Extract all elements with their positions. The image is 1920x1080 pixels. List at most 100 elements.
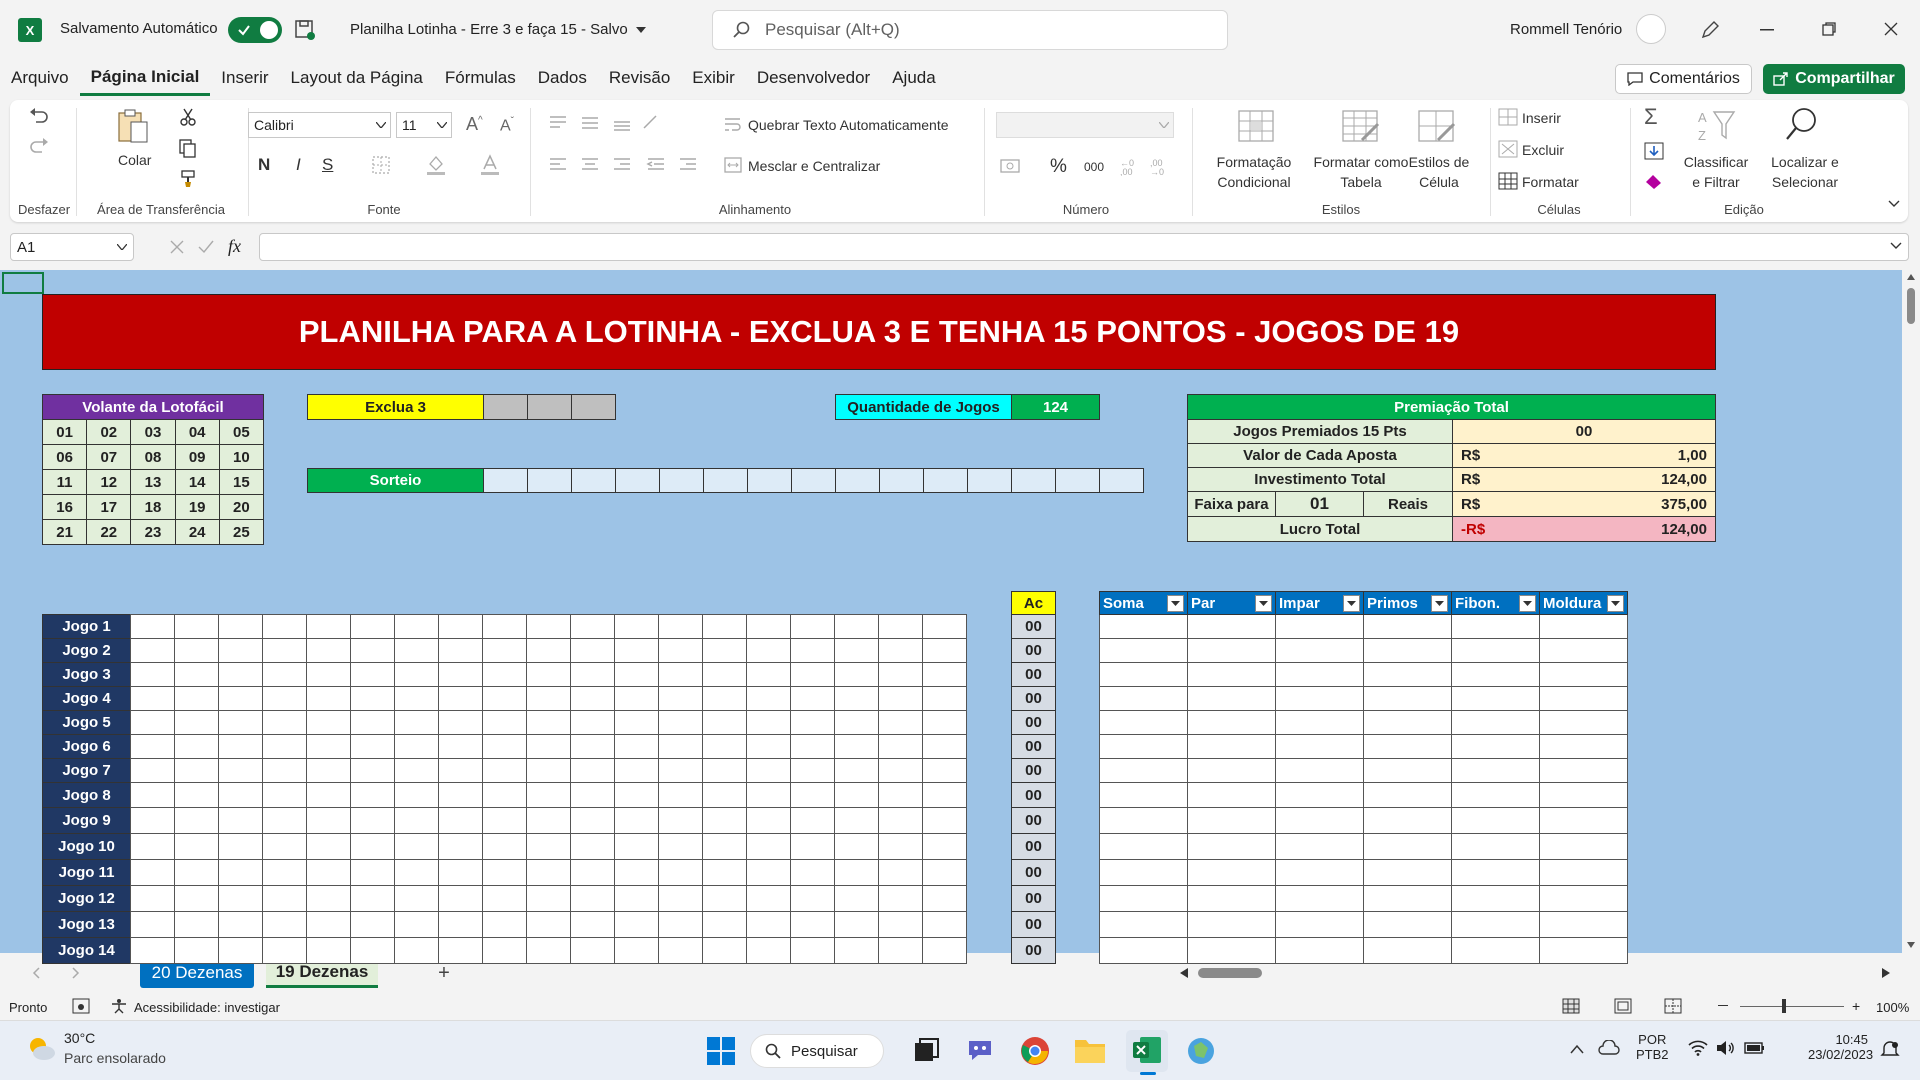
weather-sun-icon[interactable]: [26, 1034, 56, 1062]
stats-cell[interactable]: [1451, 614, 1540, 639]
volante-number[interactable]: 07: [86, 444, 132, 470]
qtd-jogos-value[interactable]: 124: [1011, 394, 1100, 420]
currency-icon[interactable]: [1000, 158, 1022, 174]
merge-center-button[interactable]: Mesclar e Centralizar: [748, 158, 880, 174]
jogo-cell[interactable]: [746, 885, 791, 912]
page-layout-icon[interactable]: [1614, 998, 1632, 1014]
cancel-entry-icon[interactable]: [170, 240, 184, 254]
stats-cell[interactable]: [1539, 710, 1628, 735]
volante-number[interactable]: 05: [218, 419, 265, 445]
decimal-icons[interactable]: ←0,00,00→0: [1120, 156, 1176, 176]
jogo-cell[interactable]: [746, 859, 791, 886]
menu-ajuda[interactable]: Ajuda: [881, 60, 946, 96]
stats-cell[interactable]: [1099, 614, 1188, 639]
stats-cell[interactable]: [1539, 638, 1628, 663]
number-format-select[interactable]: [996, 112, 1174, 138]
menu-desenvolvedor[interactable]: Desenvolvedor: [746, 60, 881, 96]
jogo-cell[interactable]: [878, 662, 923, 687]
stats-cell[interactable]: [1451, 859, 1540, 886]
autosave-toggle[interactable]: [228, 17, 282, 43]
document-title[interactable]: Planilha Lotinha - Erre 3 e faça 15 - Sa…: [350, 21, 628, 38]
stats-cell[interactable]: [1451, 734, 1540, 759]
jogo-cell[interactable]: [174, 885, 219, 912]
stats-cell[interactable]: [1187, 710, 1276, 735]
jogo-cell[interactable]: [614, 885, 659, 912]
jogo-cell[interactable]: [922, 710, 967, 735]
jogo-cell[interactable]: [262, 710, 307, 735]
jogo-cell[interactable]: [394, 911, 439, 938]
jogo-cell[interactable]: [922, 782, 967, 808]
jogo-cell[interactable]: [922, 734, 967, 759]
jogo-cell[interactable]: [130, 782, 175, 808]
jogo-cell[interactable]: [658, 885, 703, 912]
jogo-cell[interactable]: [702, 859, 747, 886]
jogo-cell[interactable]: [658, 937, 703, 964]
jogo-cell[interactable]: [746, 782, 791, 808]
jogo-cell[interactable]: [438, 734, 483, 759]
horizontal-scroll-thumb[interactable]: [1198, 968, 1262, 978]
jogo-cell[interactable]: [702, 686, 747, 711]
sorteio-cell[interactable]: [483, 468, 528, 493]
stats-cell[interactable]: [1275, 911, 1364, 938]
reais-cell[interactable]: R$ 375,00: [1452, 491, 1716, 517]
jogo-cell[interactable]: [834, 937, 879, 964]
jogo-cell[interactable]: [658, 686, 703, 711]
jogo-cell[interactable]: [174, 859, 219, 886]
volante-number[interactable]: 24: [174, 519, 220, 545]
paste-label[interactable]: Colar: [118, 152, 151, 168]
stats-cell[interactable]: [1539, 937, 1628, 964]
jogo-cell[interactable]: [614, 937, 659, 964]
jogo-cell[interactable]: [922, 758, 967, 783]
jogo-cell[interactable]: [834, 782, 879, 808]
jogo-cell[interactable]: [702, 614, 747, 639]
stats-cell[interactable]: [1187, 686, 1276, 711]
sorteio-cell[interactable]: [791, 468, 836, 493]
accessibility-icon[interactable]: [110, 998, 128, 1014]
fill-down-icon[interactable]: [1644, 142, 1664, 160]
stats-cell[interactable]: [1187, 911, 1276, 938]
jogo-cell[interactable]: [790, 638, 835, 663]
jogo-cell[interactable]: [262, 859, 307, 886]
jogo-cell[interactable]: [834, 686, 879, 711]
stats-cell[interactable]: [1363, 758, 1452, 783]
stats-cell[interactable]: [1363, 662, 1452, 687]
jogo-cell[interactable]: [570, 638, 615, 663]
stats-cell[interactable]: [1363, 833, 1452, 860]
jogo-cell[interactable]: [218, 782, 263, 808]
jogo-cell[interactable]: [394, 614, 439, 639]
windows-start-icon[interactable]: [706, 1036, 736, 1066]
page-break-icon[interactable]: [1664, 998, 1682, 1014]
stats-cell[interactable]: [1275, 710, 1364, 735]
stats-cell[interactable]: [1275, 782, 1364, 808]
jogo-cell[interactable]: [746, 833, 791, 860]
jogo-cell[interactable]: [306, 782, 351, 808]
jogo-cell[interactable]: [834, 614, 879, 639]
jogo-cell[interactable]: [174, 758, 219, 783]
volume-icon[interactable]: [1716, 1040, 1736, 1056]
scroll-down-icon[interactable]: [1907, 942, 1915, 948]
filter-dropdown-icon[interactable]: [1431, 594, 1448, 612]
jogo-cell[interactable]: [218, 662, 263, 687]
volante-number[interactable]: 06: [41, 444, 88, 470]
jogo-cell[interactable]: [306, 937, 351, 964]
jogo-cell[interactable]: [922, 686, 967, 711]
vertical-scroll-thumb[interactable]: [1907, 288, 1915, 324]
sort-filter-button[interactable]: Classificar e Filtrar: [1674, 152, 1758, 192]
zoom-level[interactable]: 100%: [1876, 1000, 1909, 1015]
jogo-cell[interactable]: [130, 758, 175, 783]
weather-desc[interactable]: Parc ensolarado: [64, 1050, 166, 1066]
collapse-ribbon-icon[interactable]: [1888, 200, 1900, 208]
jogo-cell[interactable]: [350, 807, 395, 834]
stats-cell[interactable]: [1539, 911, 1628, 938]
jogo-cell[interactable]: [438, 662, 483, 687]
jogo-cell[interactable]: [262, 833, 307, 860]
jogo-cell[interactable]: [218, 833, 263, 860]
user-name[interactable]: Rommell Tenório: [1510, 21, 1622, 38]
volante-number[interactable]: 08: [130, 444, 176, 470]
font-name-select[interactable]: Calibri: [248, 112, 391, 138]
stats-header[interactable]: Moldura: [1539, 591, 1628, 615]
stats-cell[interactable]: [1363, 937, 1452, 964]
cell-styles-icon[interactable]: [1418, 110, 1456, 144]
jogo-cell[interactable]: [394, 859, 439, 886]
jogo-cell[interactable]: [438, 758, 483, 783]
